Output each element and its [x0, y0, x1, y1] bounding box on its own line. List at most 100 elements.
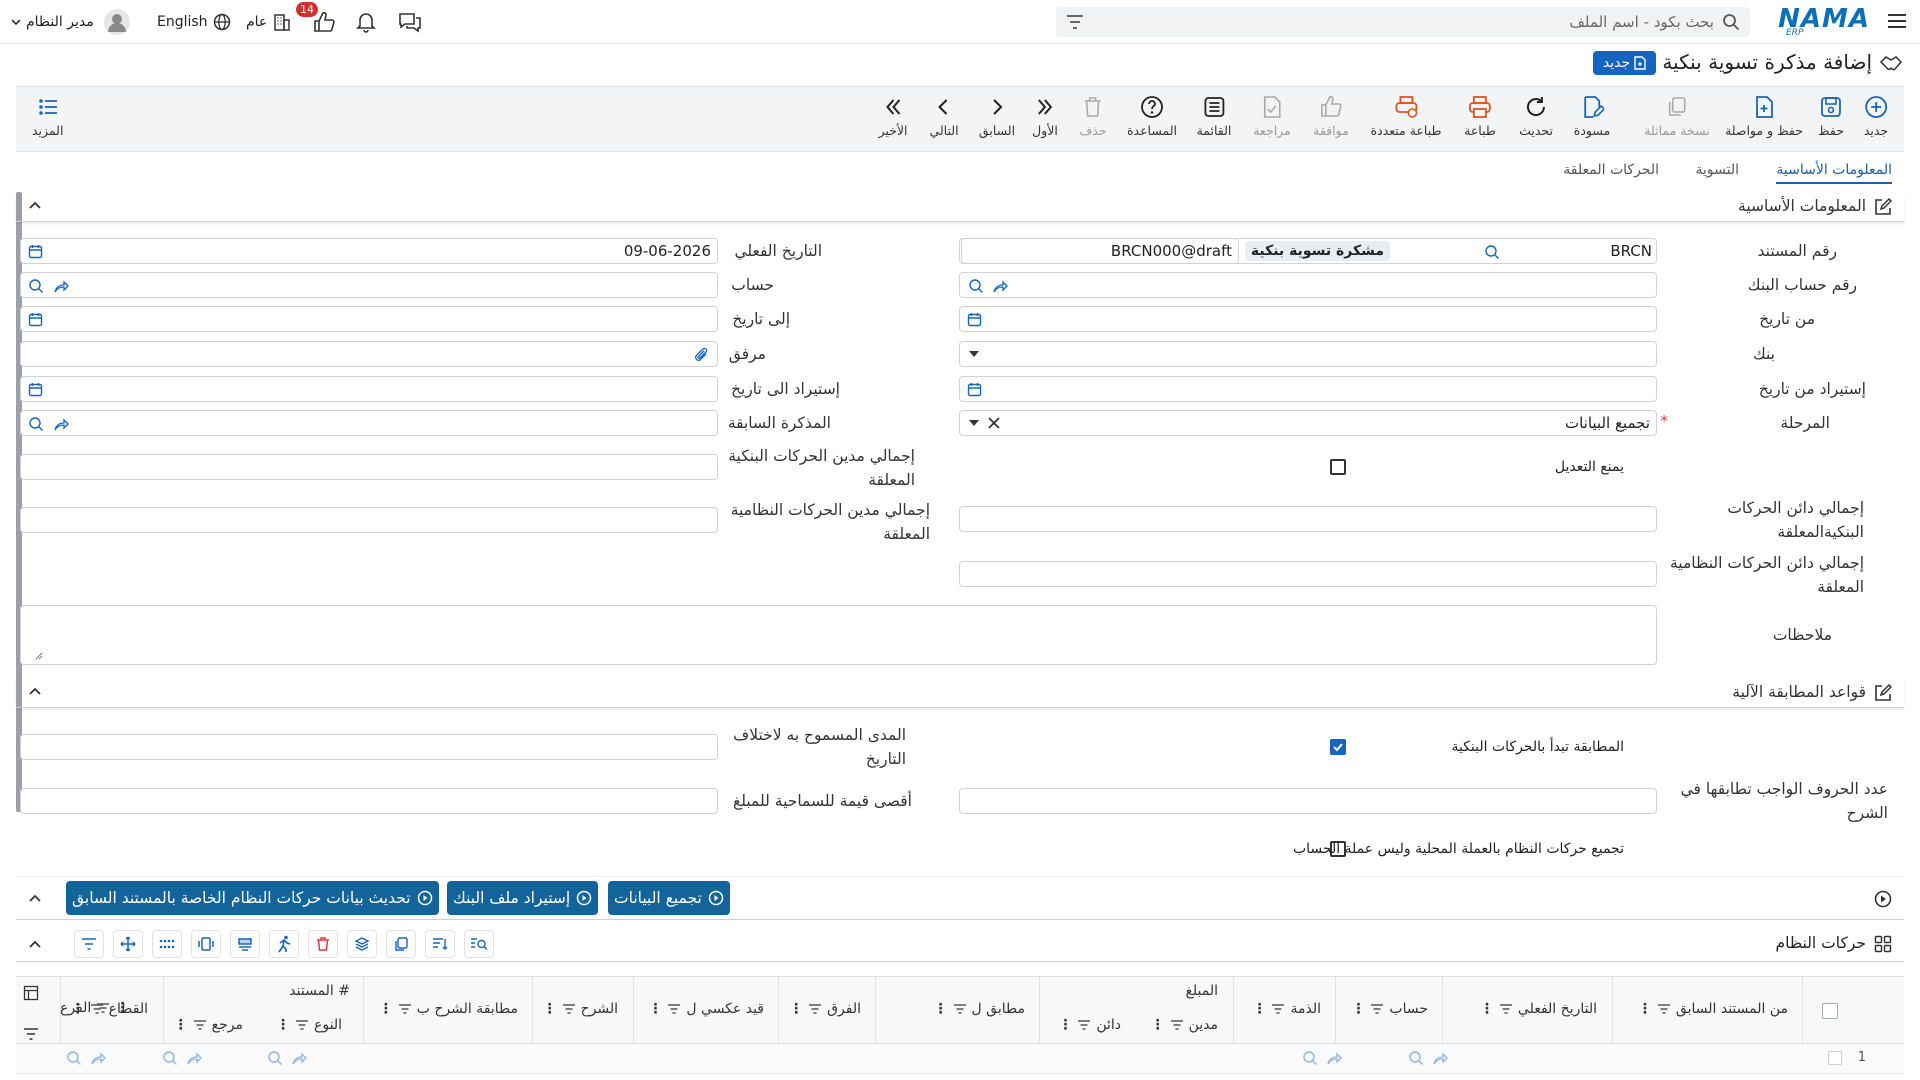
col-amount[interactable]: المبلغ: [1185, 983, 1218, 999]
chevron-up-icon[interactable]: [28, 939, 42, 949]
first-button[interactable]: الأول: [1032, 95, 1058, 138]
col-document[interactable]: # المستند: [289, 983, 350, 999]
max-amount-tolerance-field[interactable]: [20, 788, 718, 814]
filter-button[interactable]: [74, 930, 104, 958]
search-refresh-icon[interactable]: [1484, 244, 1500, 260]
col-difference[interactable]: الفرق ⋮: [789, 1001, 861, 1017]
attachment-field[interactable]: [20, 341, 718, 367]
total-sys-debit-pending-field[interactable]: [20, 507, 718, 533]
duplicate-button[interactable]: نسخة مماثلة: [1644, 95, 1710, 138]
delete-button[interactable]: حذف: [1079, 95, 1107, 138]
tab-basic-info[interactable]: المعلومات الأساسية: [1776, 162, 1892, 184]
bell-icon[interactable]: [355, 8, 377, 36]
sort-button[interactable]: [425, 930, 455, 958]
review-button[interactable]: مراجعة: [1253, 95, 1291, 138]
search-icon[interactable]: [28, 278, 44, 294]
chars-to-match-field[interactable]: [959, 788, 1657, 814]
calendar-icon[interactable]: [967, 382, 982, 397]
filter-icon[interactable]: [23, 1027, 39, 1041]
app-logo[interactable]: NAMA ERP: [1778, 4, 1870, 38]
prevent-edit-checkbox[interactable]: [1330, 459, 1346, 475]
list-button[interactable]: القائمة: [1197, 95, 1231, 138]
search-input[interactable]: بحث بكود - اسم الملف: [1569, 13, 1714, 31]
filter-icon[interactable]: [1066, 14, 1084, 30]
from-date-field[interactable]: [959, 306, 1657, 332]
col-from-prev-doc[interactable]: من المستند السابق ⋮: [1638, 1001, 1788, 1017]
col-reference[interactable]: مرجع ⋮: [174, 1017, 243, 1033]
share-icon[interactable]: [291, 1050, 307, 1066]
general-menu[interactable]: عام: [246, 8, 292, 36]
to-date-field[interactable]: [20, 306, 718, 332]
import-to-date-field[interactable]: [20, 376, 718, 402]
col-debit[interactable]: مدين ⋮: [1151, 1017, 1218, 1033]
previous-button[interactable]: السابق: [979, 95, 1015, 138]
subtotal-button[interactable]: [230, 930, 260, 958]
search-rows-button[interactable]: [464, 930, 494, 958]
account-field[interactable]: [20, 272, 718, 298]
next-button[interactable]: التالي: [929, 95, 959, 138]
matching-section-header[interactable]: قواعد المطابقة الآلية: [16, 678, 1904, 708]
col-description[interactable]: الشرح ⋮: [543, 1001, 618, 1017]
chevron-up-icon[interactable]: [28, 893, 42, 903]
chat-icon[interactable]: [398, 8, 422, 36]
chevron-up-icon[interactable]: [28, 200, 42, 210]
start-with-bank-checkbox[interactable]: [1330, 739, 1346, 755]
search-icon[interactable]: [267, 1050, 283, 1066]
approvals-icon[interactable]: 14: [296, 2, 336, 36]
play-circle-icon[interactable]: [1874, 890, 1892, 908]
calendar-icon[interactable]: [967, 312, 982, 327]
import-bank-file-button[interactable]: إستيراد ملف البنك: [447, 881, 599, 915]
search-icon[interactable]: [28, 416, 44, 432]
allowed-date-range-field[interactable]: [20, 734, 718, 760]
run-button[interactable]: [269, 930, 299, 958]
search-icon[interactable]: [1302, 1050, 1318, 1066]
approve-button[interactable]: موافقة: [1313, 95, 1349, 138]
last-button[interactable]: الأخير: [879, 95, 908, 138]
share-icon[interactable]: [53, 278, 69, 294]
col-credit[interactable]: دائن ⋮: [1058, 1017, 1121, 1033]
move-button[interactable]: [113, 930, 143, 958]
menu-icon[interactable]: [1886, 10, 1908, 32]
clear-icon[interactable]: [988, 417, 1000, 429]
user-menu[interactable]: مدير النظام: [10, 8, 130, 36]
calendar-icon[interactable]: [28, 382, 43, 397]
basic-section-header[interactable]: المعلومات الأساسية: [16, 192, 1904, 222]
share-icon[interactable]: [992, 278, 1008, 294]
copy-rows-button[interactable]: [386, 930, 416, 958]
tab-pending[interactable]: الحركات المعلقة: [1563, 162, 1659, 178]
table-row[interactable]: 1: [16, 1044, 1904, 1074]
save-continue-button[interactable]: حفظ و مواصلة: [1725, 95, 1803, 138]
stage-select[interactable]: تجميع البيانات: [959, 410, 1657, 436]
more-button[interactable]: المزيد: [32, 95, 63, 138]
columns-button[interactable]: [191, 930, 221, 958]
language-switch[interactable]: English: [157, 8, 231, 36]
import-from-date-field[interactable]: [959, 376, 1657, 402]
share-icon[interactable]: [53, 416, 69, 432]
refresh-button[interactable]: تحديث: [1519, 95, 1553, 138]
new-button[interactable]: جديد: [1864, 95, 1888, 138]
share-icon[interactable]: [1326, 1050, 1342, 1066]
calendar-icon[interactable]: [28, 312, 43, 327]
total-bank-debit-pending-field[interactable]: [20, 454, 718, 480]
select-all-checkbox[interactable]: [1822, 1003, 1838, 1019]
print-button[interactable]: طباعة: [1464, 95, 1496, 138]
chevron-up-icon[interactable]: [28, 686, 42, 696]
search-icon[interactable]: [1408, 1050, 1424, 1066]
total-bank-credit-pending-field[interactable]: [959, 506, 1657, 532]
search-icon[interactable]: [162, 1050, 178, 1066]
col-account[interactable]: حساب ⋮: [1351, 1001, 1428, 1017]
update-prev-doc-button[interactable]: تحديث بيانات حركات النظام الخاصة بالمستن…: [66, 881, 439, 915]
calendar-icon[interactable]: [28, 244, 43, 259]
layers-button[interactable]: [347, 930, 377, 958]
delete-rows-button[interactable]: [308, 930, 338, 958]
share-icon[interactable]: [1432, 1050, 1448, 1066]
tab-settlement[interactable]: التسوية: [1695, 162, 1739, 178]
col-type[interactable]: النوع ⋮: [276, 1017, 342, 1033]
draft-button[interactable]: مسودة: [1574, 95, 1610, 138]
share-icon[interactable]: [186, 1050, 202, 1066]
share-icon[interactable]: [90, 1050, 106, 1066]
total-sys-credit-pending-field[interactable]: [959, 561, 1657, 587]
save-button[interactable]: حفظ: [1818, 95, 1844, 138]
col-liability[interactable]: الذمة ⋮: [1252, 1001, 1321, 1017]
actual-date-field[interactable]: 09-06-2026: [20, 238, 718, 264]
